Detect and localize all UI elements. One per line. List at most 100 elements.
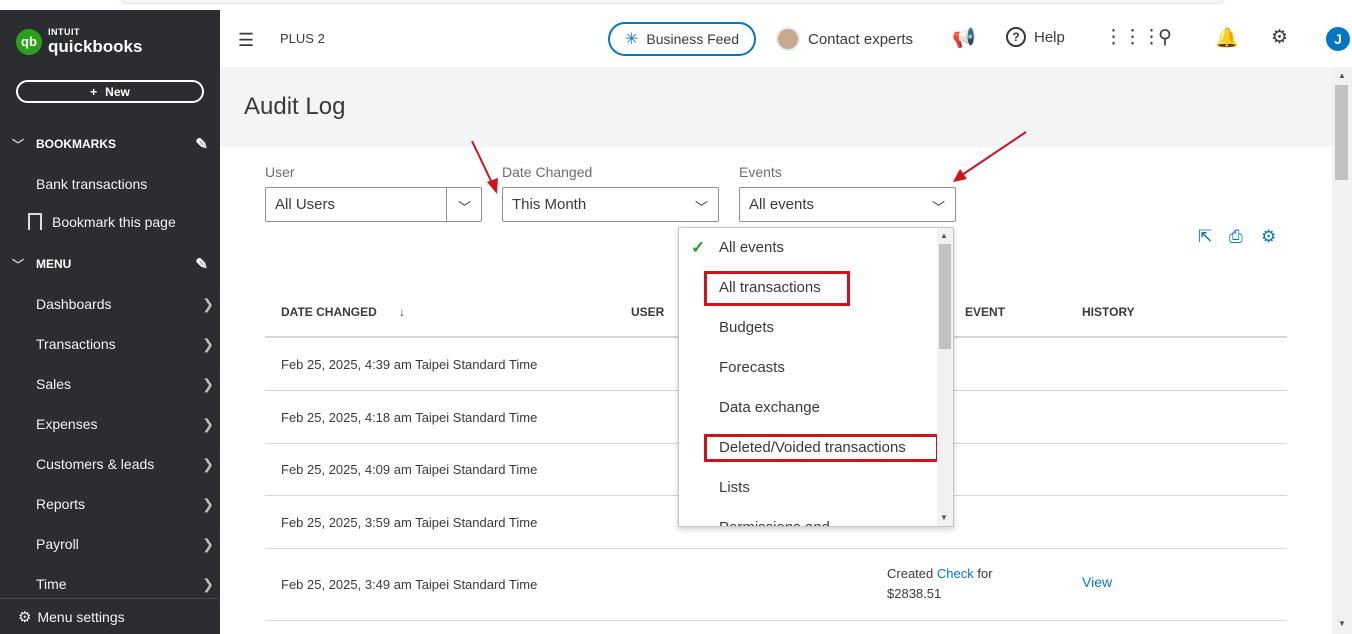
new-button[interactable]: + New <box>16 80 204 103</box>
page-scrollbar-thumb[interactable] <box>1335 85 1348 180</box>
chevron-right-icon: ❯ <box>202 455 214 472</box>
contact-experts-label: Contact experts <box>808 30 914 48</box>
print-icon[interactable]: ⎙ <box>1229 227 1243 247</box>
sidebar-item-label: Time <box>36 576 67 592</box>
user-filter-select[interactable]: All Users ﹀ <box>265 187 482 222</box>
collapse-menu-icon[interactable]: ☰ <box>238 30 254 51</box>
page-scrollbar[interactable]: ▲ ▼ <box>1332 67 1352 634</box>
sidebar-item-label: Payroll <box>36 536 79 552</box>
user-filter-label: User <box>265 164 295 180</box>
business-feed-label: Business Feed <box>646 31 739 47</box>
quickbooks-wordmark: quickbooks <box>48 37 143 56</box>
plan-label: PLUS 2 <box>280 31 325 46</box>
scroll-down-arrow-icon[interactable]: ▼ <box>1338 619 1346 628</box>
apps-grid-icon[interactable]: ⋮⋮⋮ <box>1104 26 1161 49</box>
page-title: Audit Log <box>244 93 346 120</box>
bookmark-item-bank-transactions[interactable]: Bank transactions <box>36 172 214 196</box>
column-header-date-changed[interactable]: DATE CHANGED <box>281 305 377 319</box>
table-settings-gear-icon[interactable]: ⚙ <box>1261 227 1276 247</box>
scroll-up-arrow-icon[interactable]: ▲ <box>1338 71 1346 80</box>
menu-section-header[interactable]: ﹀ MENU ✎ <box>12 252 208 276</box>
help-icon: ? <box>1006 27 1026 47</box>
column-header-event: EVENT <box>965 305 1006 319</box>
row-event: Created Check for $2838.51 <box>887 564 993 604</box>
megaphone-icon[interactable]: 📢 <box>952 26 976 50</box>
row-date: Feb 25, 2025, 4:39 am Taipei Standard Ti… <box>281 357 538 372</box>
select-divider <box>446 188 447 221</box>
events-option-all-events[interactable]: All events <box>719 239 784 256</box>
chevron-right-icon: ❯ <box>202 295 214 312</box>
date-changed-filter-label: Date Changed <box>502 164 593 180</box>
sort-arrow-icon[interactable]: ↓ <box>399 305 405 319</box>
bookmark-this-page-label: Bookmark this page <box>52 213 176 230</box>
menu-label: MENU <box>36 257 72 271</box>
sidebar-item-label: Transactions <box>36 336 116 352</box>
events-select[interactable]: All events ﹀ <box>739 187 956 222</box>
edit-menu-pencil-icon[interactable]: ✎ <box>195 255 208 273</box>
chevron-right-icon: ❯ <box>202 575 214 592</box>
events-option-lists[interactable]: Lists <box>719 479 750 496</box>
chevron-right-icon: ❯ <box>202 495 214 512</box>
highlight-box-all-transactions <box>704 271 850 306</box>
quickbooks-logo[interactable]: qb INTUIT quickbooks <box>16 28 142 55</box>
sidebar-item-customers-leads[interactable]: Customers & leads ❯ <box>36 452 214 476</box>
chevron-down-icon: ﹀ <box>12 137 25 152</box>
events-option-permissions[interactable]: Permissions and <box>719 519 830 526</box>
bell-icon[interactable]: 🔔 <box>1215 26 1239 50</box>
bookmark-icon <box>28 213 42 230</box>
scroll-down-arrow-icon[interactable]: ▼ <box>940 513 948 522</box>
bookmarks-section-header[interactable]: ﹀ BOOKMARKS ✎ <box>12 132 208 156</box>
help-label: Help <box>1034 28 1065 46</box>
dropdown-scrollbar[interactable]: ▲ ▼ <box>937 228 953 526</box>
top-header: ☰ PLUS 2 ✳ Business Feed Contact experts… <box>220 10 1352 67</box>
user-avatar[interactable]: J <box>1326 27 1350 51</box>
business-feed-button[interactable]: ✳ Business Feed <box>608 22 756 56</box>
sidebar-item-label: Reports <box>36 496 86 512</box>
settings-gear-icon[interactable]: ⚙ <box>1271 26 1288 49</box>
history-view-link[interactable]: View <box>1082 574 1112 590</box>
chevron-down-icon: ﹀ <box>931 200 945 215</box>
chevron-right-icon: ❯ <box>202 535 214 552</box>
title-bar: Audit Log <box>220 67 1332 147</box>
sidebar-item-dashboards[interactable]: Dashboards ❯ <box>36 292 214 316</box>
edit-bookmarks-pencil-icon[interactable]: ✎ <box>195 135 208 153</box>
sidebar-item-label: Sales <box>36 376 72 392</box>
date-changed-value: This Month <box>512 196 587 213</box>
sidebar: qb INTUIT quickbooks + New ﹀ BOOKMARKS ✎… <box>0 10 220 634</box>
events-filter-label: Events <box>739 164 782 180</box>
chevron-down-icon: ﹀ <box>12 257 25 272</box>
bookmarks-label: BOOKMARKS <box>36 137 116 151</box>
events-dropdown-menu: ✓ All events All transactions Budgets Fo… <box>678 227 954 527</box>
sidebar-item-sales[interactable]: Sales ❯ <box>36 372 214 396</box>
events-option-data-exchange[interactable]: Data exchange <box>719 399 820 416</box>
bookmark-this-page[interactable]: Bookmark this page <box>28 213 176 230</box>
browser-top-strip <box>0 0 1352 10</box>
sidebar-item-transactions[interactable]: Transactions ❯ <box>36 332 214 356</box>
dropdown-scrollbar-thumb[interactable] <box>939 244 951 349</box>
date-changed-select[interactable]: This Month ﹀ <box>502 187 719 222</box>
contact-experts-button[interactable]: Contact experts <box>776 27 913 51</box>
menu-settings-button[interactable]: ⚙ Menu settings <box>0 598 220 634</box>
menu-settings-label: Menu settings <box>37 608 125 625</box>
bookmark-item-label: Bank transactions <box>36 176 148 192</box>
help-button[interactable]: ? Help <box>1006 27 1065 47</box>
sidebar-item-reports[interactable]: Reports ❯ <box>36 492 214 516</box>
row-date: Feb 25, 2025, 3:49 am Taipei Standard Ti… <box>281 577 538 592</box>
event-suffix: for <box>973 566 993 581</box>
event-link-check[interactable]: Check <box>937 566 974 581</box>
sparkle-icon: ✳ <box>624 31 639 48</box>
events-value: All events <box>749 196 815 213</box>
column-header-history: HISTORY <box>1082 305 1135 319</box>
sidebar-item-payroll[interactable]: Payroll ❯ <box>36 532 214 556</box>
events-option-budgets[interactable]: Budgets <box>719 319 774 336</box>
sidebar-item-label: Dashboards <box>36 296 112 312</box>
browser-address-bar[interactable] <box>120 0 1225 4</box>
sidebar-item-expenses[interactable]: Expenses ❯ <box>36 412 214 436</box>
scroll-up-arrow-icon[interactable]: ▲ <box>940 231 948 240</box>
search-icon[interactable]: ⚲ <box>1158 26 1172 49</box>
sidebar-item-time[interactable]: Time ❯ <box>36 572 214 596</box>
export-icon[interactable]: ⇱ <box>1198 227 1212 247</box>
checkmark-icon: ✓ <box>691 238 706 257</box>
events-option-forecasts[interactable]: Forecasts <box>719 359 785 376</box>
event-amount: $2838.51 <box>887 586 942 601</box>
